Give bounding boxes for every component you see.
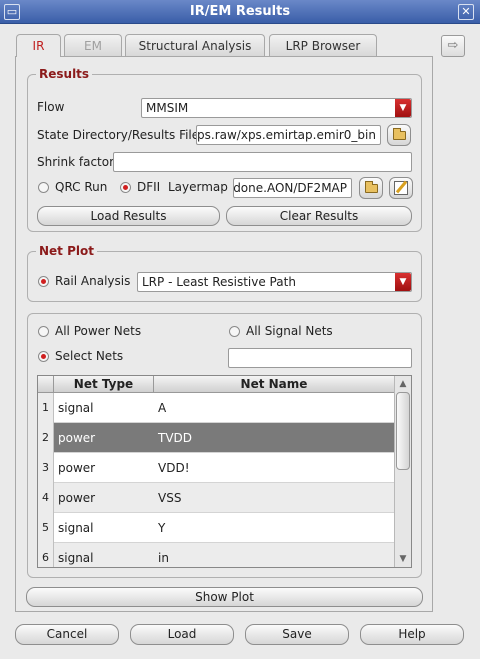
column-header-net-type[interactable]: Net Type [54, 376, 154, 393]
rail-analysis-radio[interactable] [38, 276, 49, 287]
browse-layermap-button[interactable] [359, 177, 383, 199]
chevron-down-icon[interactable]: ▼ [395, 99, 411, 117]
rail-analysis-value: LRP - Least Resistive Path [142, 275, 296, 289]
state-dir-label: State Directory/Results File: [37, 128, 204, 142]
row-number: 2 [38, 423, 54, 453]
qrc-run-label: QRC Run [55, 180, 108, 194]
load-button[interactable]: Load [130, 624, 234, 645]
net-name-cell: VSS [158, 491, 182, 505]
rail-analysis-label: Rail Analysis [55, 274, 131, 288]
net-name-cell: TVDD [158, 431, 193, 445]
save-button[interactable]: Save [245, 624, 349, 645]
table-row[interactable]: 1 signal A [38, 393, 395, 423]
clear-results-button[interactable]: Clear Results [226, 206, 412, 226]
net-name-cell: in [158, 551, 169, 565]
table-row[interactable]: 3 power VDD! [38, 453, 395, 483]
shrink-factor-field[interactable] [113, 152, 412, 172]
layermap-field[interactable]: done.AON/DF2MAP [233, 178, 352, 198]
net-name-cell: Y [158, 521, 166, 535]
state-dir-value: g/aps.raw/xps.emirtap.emir0_bin [196, 128, 376, 142]
net-type-cell: signal [58, 521, 94, 535]
net-name-cell: VDD! [158, 461, 190, 475]
cancel-button[interactable]: Cancel [15, 624, 119, 645]
results-group-title: Results [36, 67, 93, 81]
row-number: 4 [38, 483, 54, 513]
flow-value: MMSIM [146, 101, 189, 115]
table-row[interactable]: 2 power TVDD [38, 423, 395, 453]
edit-layermap-button[interactable] [389, 177, 413, 199]
scroll-down-icon[interactable]: ▼ [396, 552, 410, 566]
all-signal-nets-radio[interactable] [229, 326, 240, 337]
net-plot-group-title: Net Plot [36, 244, 97, 258]
row-number: 1 [38, 393, 54, 423]
folder-icon [365, 181, 378, 193]
rail-analysis-dropdown[interactable]: LRP - Least Resistive Path ▼ [137, 272, 412, 292]
table-row[interactable]: 4 power VSS [38, 483, 395, 513]
tab-structural-analysis[interactable]: Structural Analysis [125, 34, 265, 56]
chevron-down-icon[interactable]: ▼ [395, 273, 411, 291]
flow-dropdown[interactable]: MMSIM ▼ [141, 98, 412, 118]
layermap-label: Layermap [168, 180, 228, 194]
edit-icon [394, 181, 408, 195]
tab-em[interactable]: EM [64, 34, 122, 56]
column-header-net-name[interactable]: Net Name [154, 376, 395, 393]
title-bar: ▭ IR/EM Results ✕ [0, 0, 480, 24]
dfii-radio[interactable] [120, 182, 131, 193]
tab-ir[interactable]: IR [16, 34, 61, 57]
dfii-label: DFII [137, 180, 161, 194]
close-icon[interactable]: ✕ [458, 4, 474, 20]
shrink-factor-label: Shrink factor [37, 155, 115, 169]
load-results-button[interactable]: Load Results [37, 206, 220, 226]
flow-label: Flow [37, 100, 65, 114]
all-power-nets-radio[interactable] [38, 326, 49, 337]
select-nets-field[interactable] [228, 348, 412, 368]
net-type-cell: power [58, 491, 96, 505]
state-dir-field[interactable]: g/aps.raw/xps.emirtap.emir0_bin [196, 125, 381, 145]
row-number-header [38, 376, 54, 393]
net-type-cell: power [58, 461, 96, 475]
table-scrollbar[interactable]: ▲ ▼ [394, 376, 411, 567]
window-title: IR/EM Results [189, 4, 291, 19]
help-button[interactable]: Help [360, 624, 464, 645]
arrow-right-icon[interactable]: ⇨ [441, 35, 465, 57]
folder-icon [393, 128, 406, 140]
tab-lrp-browser[interactable]: LRP Browser [269, 34, 377, 56]
net-type-cell: signal [58, 401, 94, 415]
scrollbar-thumb[interactable] [396, 392, 410, 470]
row-number: 3 [38, 453, 54, 483]
net-type-cell: signal [58, 551, 94, 565]
all-signal-nets-label: All Signal Nets [246, 324, 333, 338]
row-number: 5 [38, 513, 54, 543]
net-name-cell: A [158, 401, 167, 415]
select-nets-radio[interactable] [38, 351, 49, 362]
select-nets-label: Select Nets [55, 349, 124, 363]
scroll-up-icon[interactable]: ▲ [396, 377, 410, 391]
show-plot-button[interactable]: Show Plot [26, 587, 423, 607]
qrc-run-radio[interactable] [38, 182, 49, 193]
table-row[interactable]: 6 signal in [38, 543, 395, 567]
layermap-value: done.AON/DF2MAP [233, 181, 347, 195]
table-row[interactable]: 5 signal Y [38, 513, 395, 543]
net-type-cell: power [58, 431, 96, 445]
all-power-nets-label: All Power Nets [55, 324, 142, 338]
browse-state-dir-button[interactable] [387, 124, 411, 146]
row-number: 6 [38, 543, 54, 567]
nets-table: Net Type Net Name 1 signal A 2 power TVD… [37, 375, 412, 568]
